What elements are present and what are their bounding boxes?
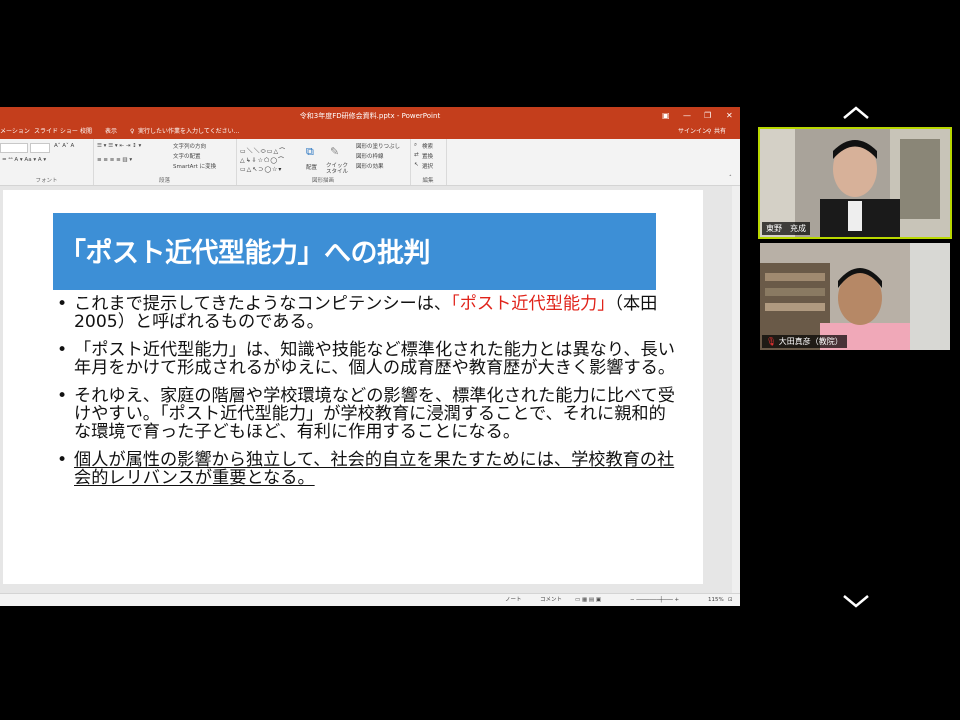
ribbon-tabs: メーション スライド ショー 校閲 表示 ♀ 実行したい作業を入力してください.… bbox=[0, 125, 740, 139]
share-button[interactable]: 共有 bbox=[714, 125, 726, 139]
find-button[interactable]: 検索 bbox=[422, 142, 433, 150]
video-frame bbox=[760, 129, 950, 237]
minimize-icon[interactable]: — bbox=[683, 107, 691, 125]
bullet-list: これまで提示してきたようなコンピテンシーは、「ポスト近代型能力」（本田2005）… bbox=[57, 295, 677, 497]
select-icon: ↖ bbox=[414, 162, 419, 168]
person-icon: ⚲ bbox=[707, 128, 712, 135]
replace-icon: ⇄ bbox=[414, 152, 419, 158]
drawing-group: ▭＼＼⬭▭△⌒ △↳⇩☆⬠◯⌒ ▭△↖⊃◯☆▾ ⧉ 配置 ✎ クイック スタイル 図… bbox=[236, 139, 411, 185]
participant-video-1[interactable]: 東野 充成 bbox=[758, 127, 952, 239]
font-size-box[interactable] bbox=[30, 143, 50, 153]
vertical-scrollbar[interactable] bbox=[732, 186, 740, 593]
search-icon: ⌕ bbox=[414, 142, 418, 148]
comments-button[interactable]: コメント bbox=[540, 594, 562, 606]
paragraph-group: ☰ ▾ ☰ ▾ ⇤ ⇥ ↕ ▾ ≡ ≡ ≡ ≡ ▥ ▾ 文字列の方向 文字の配置… bbox=[93, 139, 237, 185]
tell-me-box[interactable]: 実行したい作業を入力してください... bbox=[138, 125, 239, 139]
slide: 「ポスト近代型能力」への批判 これまで提示してきたようなコンピテンシーは、「ポス… bbox=[3, 190, 703, 584]
tab-view[interactable]: 表示 bbox=[105, 125, 117, 139]
bullet-item: それゆえ、家庭の階層や学校環境などの影響を、標準化された能力に比べて受けやすい。… bbox=[57, 387, 677, 441]
replace-button[interactable]: 置換 bbox=[422, 152, 433, 160]
underlined-text: 個人が属性の影響から独立して、社会的自立を果たすためには、学校教育の社会的レリバ… bbox=[74, 450, 675, 488]
font-name-box[interactable] bbox=[0, 143, 28, 153]
slide-title: 「ポスト近代型能力」への批判 bbox=[59, 238, 431, 269]
bullet-item: 「ポスト近代型能力」は、知識や技能など標準化された能力とは異なり、長い年月をかけ… bbox=[57, 341, 677, 377]
shape-outline-button[interactable]: 図形の枠線 bbox=[356, 152, 384, 160]
shapes-gallery[interactable]: ▭＼＼⬭▭△⌒ △↳⇩☆⬠◯⌒ ▭△↖⊃◯☆▾ bbox=[240, 147, 300, 173]
muted-mic-icon: 🎙 bbox=[766, 337, 777, 346]
tab-review[interactable]: 校閲 bbox=[80, 125, 92, 139]
notes-button[interactable]: ノート bbox=[505, 594, 522, 606]
chevron-up-icon[interactable] bbox=[840, 104, 872, 122]
window-title: 令和3年度FD研修会資料.pptx - PowerPoint bbox=[299, 112, 441, 120]
view-buttons[interactable]: ▭ ▦ ▤ ▣ bbox=[575, 594, 601, 606]
bullet-item: これまで提示してきたようなコンピテンシーは、「ポスト近代型能力」（本田2005）… bbox=[57, 295, 677, 331]
smartart-button[interactable]: SmartArt に変換 bbox=[173, 162, 216, 170]
participant-name: 🎙 大田真彦（教院） bbox=[762, 335, 847, 348]
quick-styles-button[interactable]: クイック スタイル bbox=[326, 163, 350, 175]
quick-styles-icon[interactable]: ✎ bbox=[330, 145, 339, 158]
participant-video-2[interactable]: 🎙 大田真彦（教院） bbox=[760, 243, 950, 350]
ribbon-display-icon[interactable]: ▣ bbox=[662, 107, 670, 125]
title-bar: 令和3年度FD研修会資料.pptx - PowerPoint ▣ — ❐ ✕ bbox=[0, 107, 740, 125]
arrange-icon[interactable]: ⧉ bbox=[306, 145, 314, 159]
font-size-buttons[interactable]: A˄ A˅ A bbox=[54, 143, 74, 149]
participant-name: 東野 充成 bbox=[762, 222, 810, 235]
highlight-term: 「ポスト近代型能力」 bbox=[451, 294, 615, 314]
list-buttons[interactable]: ☰ ▾ ☰ ▾ ⇤ ⇥ ↕ ▾ bbox=[97, 143, 141, 149]
chevron-down-icon[interactable] bbox=[840, 592, 872, 610]
slide-title-banner: 「ポスト近代型能力」への批判 bbox=[53, 213, 656, 290]
align-text-button[interactable]: 文字の配置 bbox=[173, 152, 201, 160]
font-group-label: フォント bbox=[35, 178, 58, 184]
slide-canvas: 「ポスト近代型能力」への批判 これまで提示してきたようなコンピテンシーは、「ポス… bbox=[0, 186, 740, 593]
arrange-button[interactable]: 配置 bbox=[306, 163, 317, 171]
bullet-item: 個人が属性の影響から独立して、社会的自立を果たすためには、学校教育の社会的レリバ… bbox=[57, 451, 677, 487]
font-group: A˄ A˅ A = ᵃᵃ A ▾ Aa ▾ A ▾ フォント bbox=[0, 139, 94, 185]
ribbon: A˄ A˅ A = ᵃᵃ A ▾ Aa ▾ A ▾ フォント ☰ ▾ ☰ ▾ ⇤… bbox=[0, 139, 740, 186]
powerpoint-window: 令和3年度FD研修会資料.pptx - PowerPoint ▣ — ❐ ✕ メ… bbox=[0, 107, 740, 606]
zoom-level[interactable]: 115% bbox=[708, 594, 724, 606]
collapse-ribbon-icon[interactable]: ˄ bbox=[729, 175, 732, 181]
shape-fill-button[interactable]: 図形の塗りつぶし bbox=[356, 142, 400, 150]
lightbulb-icon: ♀ bbox=[130, 128, 135, 135]
editing-group: ⌕ 検索 ⇄ 置換 ↖ 選択 編集 bbox=[410, 139, 447, 185]
paragraph-group-label: 段落 bbox=[158, 178, 170, 184]
tab-slideshow[interactable]: スライド ショー bbox=[34, 125, 78, 139]
video-frame bbox=[760, 243, 950, 350]
fit-slide-icon[interactable]: ⊡ bbox=[728, 594, 733, 606]
format-buttons[interactable]: = ᵃᵃ A ▾ Aa ▾ A ▾ bbox=[2, 157, 46, 163]
editing-group-label: 編集 bbox=[422, 178, 434, 184]
tab-animation[interactable]: メーション bbox=[0, 125, 30, 139]
drawing-group-label: 図形描画 bbox=[311, 178, 334, 184]
align-buttons[interactable]: ≡ ≡ ≡ ≡ ▥ ▾ bbox=[97, 157, 132, 163]
close-icon[interactable]: ✕ bbox=[726, 107, 733, 125]
status-bar: ノート コメント ▭ ▦ ▤ ▣ − ───────┼─── + 115% ⊡ bbox=[0, 593, 740, 606]
maximize-icon[interactable]: ❐ bbox=[704, 107, 711, 125]
zoom-slider[interactable]: − ───────┼─── + bbox=[630, 594, 679, 606]
text-direction-button[interactable]: 文字列の方向 bbox=[173, 142, 206, 150]
shape-effects-button[interactable]: 図形の効果 bbox=[356, 162, 384, 170]
select-button[interactable]: 選択 bbox=[422, 162, 433, 170]
signin-link[interactable]: サインイン bbox=[678, 125, 708, 139]
